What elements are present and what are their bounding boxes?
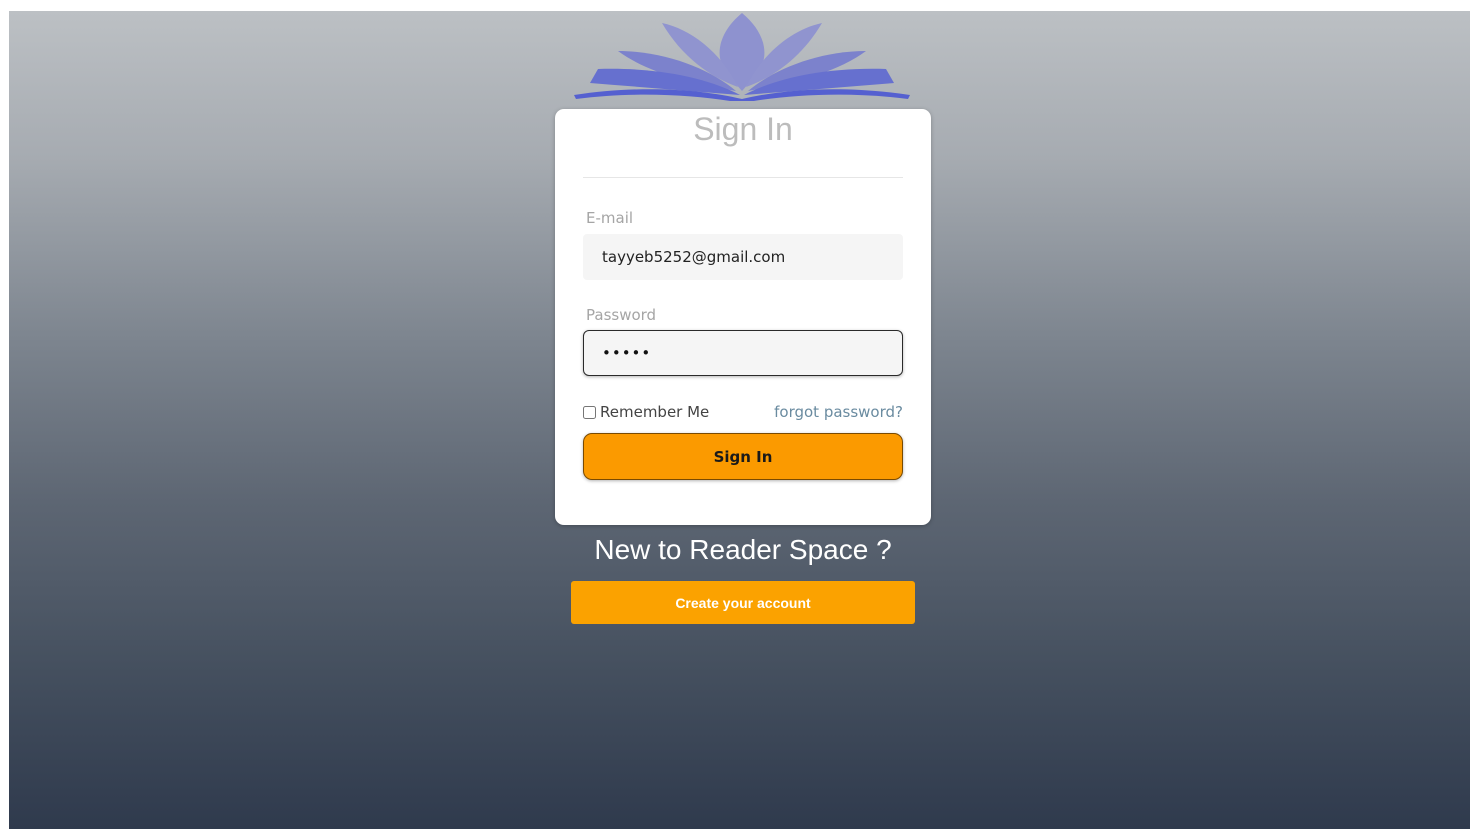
signin-button[interactable]: Sign In bbox=[583, 433, 903, 480]
title-divider bbox=[583, 177, 903, 178]
signin-card: Sign In E-mail Password Remember Me forg… bbox=[555, 109, 931, 525]
email-field[interactable] bbox=[583, 234, 903, 280]
page-background: Sign In E-mail Password Remember Me forg… bbox=[9, 11, 1470, 829]
remember-me-label: Remember Me bbox=[600, 403, 710, 421]
open-book-lotus-icon bbox=[574, 13, 910, 101]
remember-me-checkbox[interactable] bbox=[583, 405, 596, 419]
password-field[interactable] bbox=[583, 330, 903, 376]
forgot-password-link[interactable]: forgot password? bbox=[774, 403, 903, 421]
create-account-button[interactable]: Create your account bbox=[571, 581, 915, 624]
remember-me[interactable]: Remember Me bbox=[583, 403, 709, 421]
email-label: E-mail bbox=[586, 209, 634, 227]
password-label: Password bbox=[586, 306, 657, 324]
signin-title: Sign In bbox=[693, 111, 793, 147]
signup-prompt: New to Reader Space ? bbox=[594, 534, 892, 565]
